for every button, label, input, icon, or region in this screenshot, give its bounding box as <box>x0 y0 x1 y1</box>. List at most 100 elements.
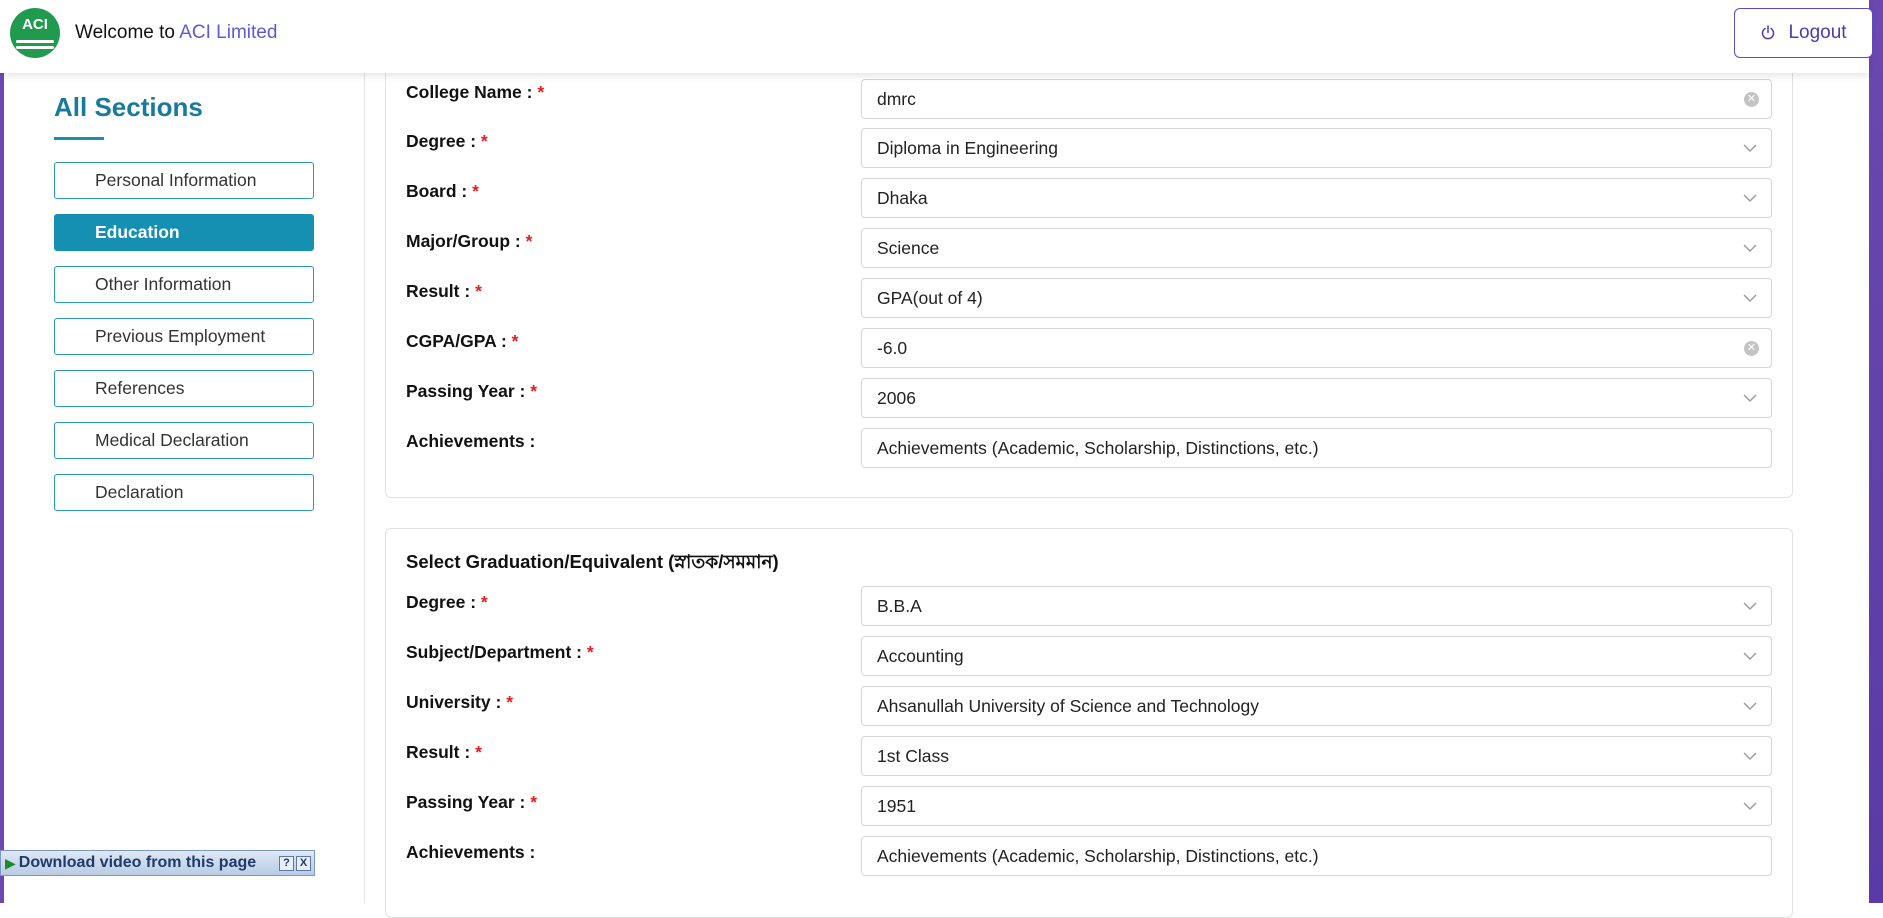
label-text: University : <box>406 692 502 712</box>
college-name-label: College Name : * <box>406 82 544 103</box>
field-placeholder: Achievements (Academic, Scholarship, Dis… <box>877 437 1319 458</box>
close-icon[interactable]: X <box>296 855 311 871</box>
label-text: Result : <box>406 742 471 762</box>
chevron-down-icon <box>1743 602 1757 610</box>
field-value: 1st Class <box>877 745 949 766</box>
logout-label: Logout <box>1788 22 1847 43</box>
required-marker: * <box>586 642 594 662</box>
required-marker: * <box>480 131 488 151</box>
sidebar-divider <box>364 73 365 903</box>
brand-name: ACI Limited <box>179 22 278 43</box>
sidebar-item-references[interactable]: References <box>54 370 314 407</box>
subject-department-select[interactable]: Accounting <box>861 636 1772 676</box>
chevron-down-icon <box>1743 144 1757 152</box>
sidebar-item-medical-declaration[interactable]: Medical Declaration <box>54 422 314 459</box>
download-bar-buttons: ? X <box>279 855 311 871</box>
sidebar-item-label: Other Information <box>95 274 232 294</box>
graduation-achievements-label: Achievements : <box>406 842 535 863</box>
sidebar-item-label: Declaration <box>95 482 184 502</box>
cgpa-label: CGPA/GPA : * <box>406 331 518 352</box>
major-group-label: Major/Group : * <box>406 231 532 252</box>
required-marker: * <box>530 792 538 812</box>
label-text: Achievements : <box>406 431 536 451</box>
field-value: Dhaka <box>877 187 928 208</box>
university-label: University : * <box>406 692 513 713</box>
college-name-input[interactable]: dmrc ✕ <box>861 79 1772 119</box>
field-value: Science <box>877 237 940 258</box>
subject-department-label: Subject/Department : * <box>406 642 594 663</box>
college-result-label: Result : * <box>406 281 482 302</box>
sidebar-item-previous-employment[interactable]: Previous Employment <box>54 318 314 355</box>
graduation-achievements-input[interactable]: Achievements (Academic, Scholarship, Dis… <box>861 836 1772 876</box>
page-edge-left <box>0 68 4 903</box>
sidebar-title: All Sections <box>54 92 203 122</box>
field-value: 2006 <box>877 387 916 408</box>
field-placeholder: Achievements (Academic, Scholarship, Dis… <box>877 845 1319 866</box>
field-value: GPA(out of 4) <box>877 287 983 308</box>
label-text: Passing Year : <box>406 381 526 401</box>
field-value: B.B.A <box>877 595 922 616</box>
required-marker: * <box>530 381 538 401</box>
college-passing-year-select[interactable]: 2006 <box>861 378 1772 418</box>
chevron-down-icon <box>1743 394 1757 402</box>
play-icon: ▶ <box>5 854 16 871</box>
required-marker: * <box>472 181 479 201</box>
page-edge-right <box>1869 0 1883 903</box>
field-value: Ahsanullah University of Science and Tec… <box>877 695 1259 716</box>
college-achievements-input[interactable]: Achievements (Academic, Scholarship, Dis… <box>861 428 1772 468</box>
logout-button[interactable]: Logout <box>1734 8 1873 58</box>
clear-icon[interactable]: ✕ <box>1744 340 1759 356</box>
sidebar-item-other-information[interactable]: Other Information <box>54 266 314 303</box>
chevron-down-icon <box>1743 652 1757 660</box>
label-text: Degree : <box>406 131 477 151</box>
sidebar-item-label: References <box>95 378 185 398</box>
chevron-down-icon <box>1743 702 1757 710</box>
field-value: -6.0 <box>877 337 908 358</box>
label-text: Result : <box>406 281 471 301</box>
graduation-degree-label: Degree : * <box>406 592 488 613</box>
board-select[interactable]: Dhaka <box>861 178 1772 218</box>
required-marker: * <box>537 82 545 102</box>
sidebar-item-label: Personal Information <box>95 170 257 190</box>
chevron-down-icon <box>1743 244 1757 252</box>
label-text: Major/Group : <box>406 231 521 251</box>
sidebar-item-label: Previous Employment <box>95 326 266 346</box>
required-marker: * <box>480 592 488 612</box>
graduation-passing-year-select[interactable]: 1951 <box>861 786 1772 826</box>
required-marker: * <box>506 692 513 712</box>
welcome-text: Welcome to ACI Limited <box>75 22 277 44</box>
logo-wave-2 <box>16 46 54 49</box>
sidebar-item-label: Education <box>95 222 180 242</box>
college-result-select[interactable]: GPA(out of 4) <box>861 278 1772 318</box>
sidebar-item-personal-information[interactable]: Personal Information <box>54 162 314 199</box>
chevron-down-icon <box>1743 752 1757 760</box>
sidebar-item-declaration[interactable]: Declaration <box>54 474 314 511</box>
college-degree-label: Degree : * <box>406 131 488 152</box>
field-value: dmrc <box>877 88 916 109</box>
graduation-result-select[interactable]: 1st Class <box>861 736 1772 776</box>
field-value: Accounting <box>877 645 964 666</box>
chevron-down-icon <box>1743 194 1757 202</box>
download-video-label[interactable]: Download video from this page <box>19 854 256 872</box>
graduation-degree-select[interactable]: B.B.A <box>861 586 1772 626</box>
label-text: Subject/Department : <box>406 642 582 662</box>
college-passing-year-label: Passing Year : * <box>406 381 537 402</box>
required-marker: * <box>511 331 519 351</box>
help-icon[interactable]: ? <box>279 855 294 871</box>
cgpa-input[interactable]: -6.0 ✕ <box>861 328 1772 368</box>
field-value: 1951 <box>877 795 916 816</box>
university-select[interactable]: Ahsanullah University of Science and Tec… <box>861 686 1772 726</box>
power-icon <box>1762 25 1775 40</box>
clear-icon[interactable]: ✕ <box>1744 91 1759 107</box>
field-value: Diploma in Engineering <box>877 137 1058 158</box>
aci-logo: ACI <box>10 8 60 58</box>
sidebar-item-education[interactable]: Education <box>54 214 314 251</box>
welcome-prefix: Welcome to <box>75 22 175 43</box>
label-text: Board : <box>406 181 468 201</box>
download-video-bar[interactable]: ▶ Download video from this page ? X <box>0 850 315 876</box>
college-degree-select[interactable]: Diploma in Engineering <box>861 128 1772 168</box>
top-header: ACI Welcome to ACI Limited Logout <box>0 0 1873 73</box>
chevron-down-icon <box>1743 294 1757 302</box>
major-group-select[interactable]: Science <box>861 228 1772 268</box>
graduation-section-heading: Select Graduation/Equivalent (স্নাতক/সমম… <box>406 551 779 572</box>
